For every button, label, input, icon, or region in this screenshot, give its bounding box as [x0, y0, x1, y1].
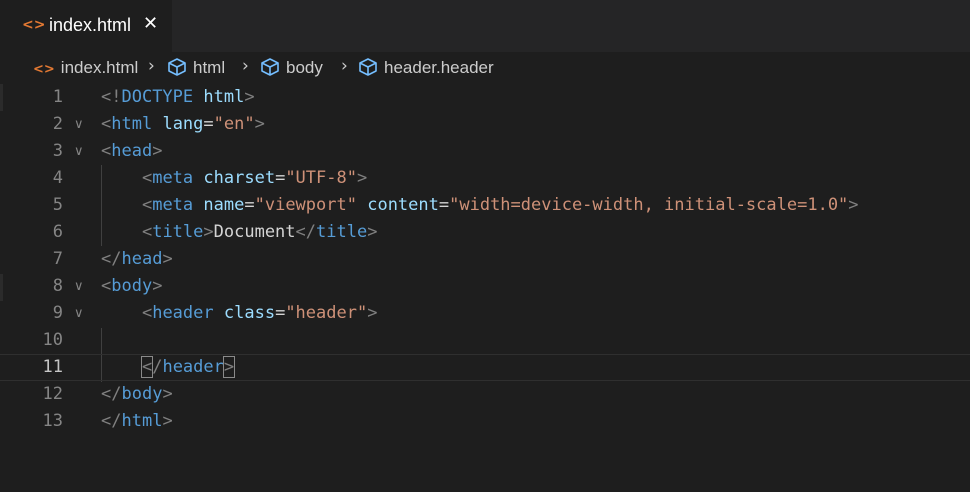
breadcrumb-label: html: [193, 58, 226, 77]
breadcrumb-item-html[interactable]: html: [167, 58, 225, 78]
tab-label[interactable]: index.html: [49, 15, 131, 36]
code-editor[interactable]: 1 <!DOCTYPE html> 2 ∨ <html lang="en"> 3 ∨ <hea…: [0, 84, 970, 492]
code-line[interactable]: 6 <title>Document</title>: [0, 219, 970, 246]
code-line[interactable]: 1 <!DOCTYPE html>: [0, 84, 970, 111]
code-line[interactable]: 9 ∨ <header class="header">: [0, 300, 970, 327]
fold-chevron-icon[interactable]: ∨: [74, 300, 84, 327]
code-text: </html>: [101, 411, 173, 431]
line-number: 3: [52, 141, 63, 161]
code-text: </body>: [101, 384, 173, 404]
breadcrumb-label: header.header: [384, 58, 494, 77]
code-line[interactable]: 11 </header>: [0, 354, 970, 381]
fold-chevron-icon[interactable]: ∨: [74, 111, 84, 138]
code-line[interactable]: 2 ∨ <html lang="en">: [0, 111, 970, 138]
breadcrumb-item-body[interactable]: body: [260, 58, 323, 78]
chevron-right-icon: ›: [148, 56, 155, 76]
line-number: 12: [42, 384, 63, 404]
breadcrumb: <> index.html › html › body › header.head…: [0, 52, 970, 84]
code-text: <meta charset="UTF-8">: [141, 168, 368, 188]
line-number: 6: [52, 222, 63, 242]
code-text: </head>: [101, 249, 173, 269]
code-line[interactable]: 4 <meta charset="UTF-8">: [0, 165, 970, 192]
cube-icon: [359, 58, 377, 76]
code-text: <html lang="en">: [101, 114, 265, 134]
line-number: 11: [42, 357, 63, 377]
code-text: <head>: [101, 141, 163, 161]
close-icon[interactable]: ✕: [143, 13, 158, 34]
code-text: </header>: [140, 356, 236, 378]
code-line[interactable]: 3 ∨ <head>: [0, 138, 970, 165]
line-number: 5: [52, 195, 63, 215]
breadcrumb-label: index.html: [60, 58, 139, 77]
tab-bar: <> index.html ✕: [0, 0, 970, 52]
code-line[interactable]: 10: [0, 327, 970, 354]
chevron-right-icon: ›: [341, 56, 348, 76]
code-text: <meta name="viewport" content="width=dev…: [141, 195, 859, 215]
code-text: <body>: [101, 276, 163, 296]
cube-icon: [168, 58, 186, 76]
line-number: 4: [52, 168, 63, 188]
code-line[interactable]: 5 <meta name="viewport" content="width=d…: [0, 192, 970, 219]
html-file-icon: <>: [33, 62, 55, 77]
line-number: 2: [52, 114, 63, 134]
line-number: 8: [52, 276, 63, 296]
fold-chevron-icon[interactable]: ∨: [74, 273, 84, 300]
breadcrumb-item-header[interactable]: header.header: [358, 58, 494, 78]
line-number: 13: [42, 411, 63, 431]
tab-index-html[interactable]: <> index.html ✕: [0, 0, 172, 52]
breadcrumb-item-file[interactable]: <> index.html: [33, 58, 138, 78]
code-line[interactable]: 13 </html>: [0, 408, 970, 435]
html-file-icon: <>: [22, 17, 46, 33]
code-text: <!DOCTYPE html>: [101, 87, 255, 107]
breadcrumb-label: body: [286, 58, 323, 77]
code-line[interactable]: 7 </head>: [0, 246, 970, 273]
code-line[interactable]: 12 </body>: [0, 381, 970, 408]
code-text: <header class="header">: [141, 303, 378, 323]
code-line[interactable]: 8 ∨ <body>: [0, 273, 970, 300]
line-number: 7: [52, 249, 63, 269]
line-number: 10: [42, 330, 63, 350]
line-number: 9: [52, 303, 63, 323]
cube-icon: [261, 58, 279, 76]
fold-chevron-icon[interactable]: ∨: [74, 138, 84, 165]
code-text: <title>Document</title>: [141, 222, 378, 242]
line-number: 1: [52, 87, 63, 107]
chevron-right-icon: ›: [242, 56, 249, 76]
